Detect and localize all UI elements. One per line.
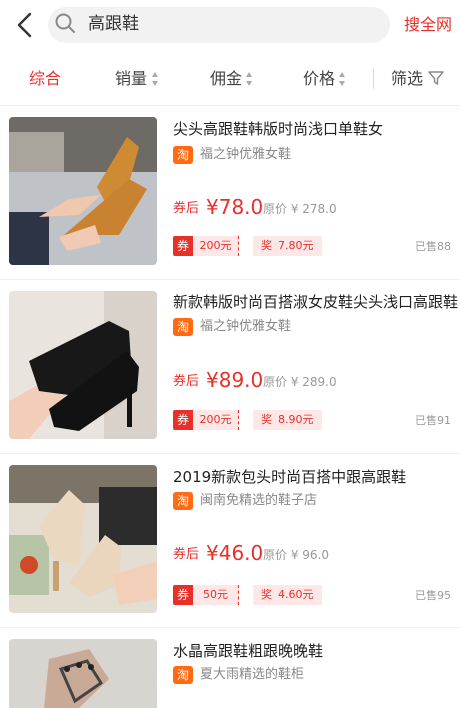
- product-item[interactable]: 2019新款包头时尚百搭中跟高跟鞋 淘 闽南免精选的鞋子店 券后 ¥46.0 原…: [0, 454, 460, 628]
- coupon-price: ¥46.0: [206, 541, 264, 565]
- funnel-icon[interactable]: [428, 70, 444, 86]
- product-title: 2019新款包头时尚百搭中跟高跟鞋: [173, 468, 407, 486]
- filter-comprehensive[interactable]: 综合: [29, 68, 61, 90]
- coupon-price: ¥78.0: [206, 195, 264, 219]
- product-item[interactable]: 新款韩版时尚百搭淑女皮鞋尖头浅口高跟鞋 淘 福之钟优雅女鞋 券后 ¥89.0 原…: [0, 280, 460, 454]
- taobao-badge: 淘: [173, 146, 193, 164]
- product-title: 水晶高跟鞋粗跟晚晚鞋: [173, 642, 324, 660]
- after-coupon-label: 券后: [173, 547, 200, 562]
- shop-name: 福之钟优雅女鞋: [200, 147, 292, 162]
- search-icon: [55, 13, 75, 33]
- original-price: 原价 ¥ 278.0: [263, 202, 337, 216]
- reward-label: 奖: [261, 588, 272, 601]
- product-image: [9, 639, 157, 708]
- coupon-value: 200元: [193, 410, 239, 430]
- sold-count: 已售91: [415, 414, 451, 427]
- taobao-badge: 淘: [173, 492, 193, 510]
- coupon-tag[interactable]: 券 200元: [173, 236, 239, 256]
- sort-arrows-icon: [152, 72, 158, 86]
- reward-value: 4.60元: [278, 588, 314, 601]
- product-item[interactable]: 尖头高跟鞋韩版时尚浅口单鞋女 淘 福之钟优雅女鞋 券后 ¥78.0 原价 ¥ 2…: [0, 106, 460, 280]
- top-bar: 高跟鞋 搜全网: [0, 0, 460, 50]
- coupon-tag[interactable]: 券 50元: [173, 585, 239, 605]
- reward-tag: 奖 4.60元: [253, 585, 322, 605]
- search-all-button[interactable]: 搜全网: [404, 14, 452, 36]
- filter-sales[interactable]: 销量: [115, 68, 147, 90]
- back-arrow-icon[interactable]: [12, 10, 38, 40]
- product-image: [9, 117, 157, 265]
- coupon-label: 券: [173, 410, 193, 430]
- after-coupon-label: 券后: [173, 201, 200, 216]
- sold-count: 已售95: [415, 589, 451, 602]
- coupon-label: 券: [173, 236, 193, 256]
- filter-commission[interactable]: 佣金: [210, 68, 242, 90]
- coupon-value: 50元: [193, 585, 239, 605]
- product-image: [9, 465, 157, 613]
- shop-name: 福之钟优雅女鞋: [200, 319, 292, 334]
- product-image: [9, 291, 157, 439]
- reward-label: 奖: [261, 413, 272, 426]
- filter-bar: 综合 销量 佣金 价格 筛选: [0, 50, 460, 106]
- original-price: 原价 ¥ 289.0: [263, 375, 337, 389]
- sort-arrows-icon: [339, 72, 345, 86]
- coupon-tag[interactable]: 券 200元: [173, 410, 239, 430]
- taobao-badge: 淘: [173, 318, 193, 336]
- divider: [373, 69, 374, 89]
- coupon-label: 券: [173, 585, 193, 605]
- after-coupon-label: 券后: [173, 374, 200, 389]
- product-title: 新款韩版时尚百搭淑女皮鞋尖头浅口高跟鞋: [173, 293, 459, 311]
- filter-button[interactable]: 筛选: [391, 68, 423, 90]
- sold-count: 已售88: [415, 240, 451, 253]
- reward-tag: 奖 7.80元: [253, 236, 322, 256]
- original-price: 原价 ¥ 96.0: [263, 548, 329, 562]
- reward-value: 7.80元: [278, 239, 314, 252]
- product-title: 尖头高跟鞋韩版时尚浅口单鞋女: [173, 120, 384, 138]
- product-item[interactable]: 水晶高跟鞋粗跟晚晚鞋 淘 夏大雨精选的鞋柜: [0, 628, 460, 708]
- shop-name: 夏大雨精选的鞋柜: [200, 667, 305, 682]
- reward-value: 8.90元: [278, 413, 314, 426]
- reward-label: 奖: [261, 239, 272, 252]
- coupon-price: ¥89.0: [206, 368, 264, 392]
- reward-tag: 奖 8.90元: [253, 410, 322, 430]
- search-input[interactable]: 高跟鞋: [88, 13, 139, 35]
- coupon-value: 200元: [193, 236, 239, 256]
- shop-name: 闽南免精选的鞋子店: [200, 493, 318, 508]
- sort-arrows-icon: [246, 72, 252, 86]
- filter-price[interactable]: 价格: [303, 68, 335, 90]
- taobao-badge: 淘: [173, 666, 193, 684]
